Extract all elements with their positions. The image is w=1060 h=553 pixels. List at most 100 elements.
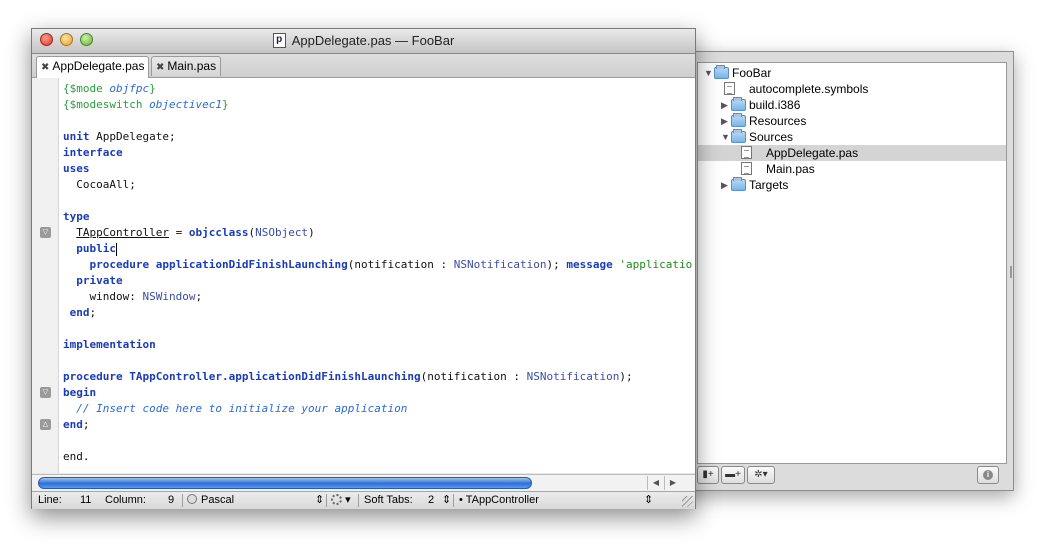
code-line[interactable]: CocoaAll; (63, 177, 692, 193)
code-line[interactable]: procedure applicationDidFinishLaunching(… (63, 257, 693, 273)
code-line[interactable]: {$mode objfpc} (63, 81, 692, 97)
code-line[interactable]: // Insert code here to initialize your a… (63, 401, 692, 417)
tree-item-label: Resources (749, 114, 807, 128)
info-icon: i (983, 470, 993, 480)
status-bar: Line: 11 Column: 9 Pascal ⇕ ▾ Soft Tabs:… (32, 491, 695, 509)
info-button[interactable]: i (977, 466, 999, 484)
pascal-document-icon: p (272, 32, 286, 48)
scroll-left-arrow[interactable]: ◀ (647, 476, 664, 490)
code-line[interactable]: ​ (63, 353, 692, 369)
code-line[interactable]: end; (63, 305, 692, 321)
tree-item[interactable]: AppDelegate.pas (698, 145, 1006, 161)
code-editor[interactable]: ▽ ▽ △ {$mode objfpc} {$modeswitch objective… (32, 78, 695, 473)
code-line[interactable]: end; (63, 417, 692, 433)
code-line[interactable]: ​ (63, 193, 692, 209)
code-line[interactable]: ​ (63, 113, 692, 129)
symbol-updown-icon[interactable]: ⇕ (644, 492, 653, 508)
soft-tabs-updown-icon[interactable]: ⇕ (442, 492, 451, 508)
folder-icon (731, 97, 746, 111)
new-file-plus: + (707, 469, 714, 480)
language-label: Pascal (201, 494, 235, 506)
code-line[interactable]: uses (63, 161, 692, 177)
code-line[interactable]: end. (63, 449, 692, 465)
code-line[interactable]: {$modeswitch objectivec1} (63, 97, 692, 113)
language-updown-icon[interactable]: ⇕ (315, 492, 324, 508)
code-text[interactable]: {$mode objfpc}{$modeswitch objectivec1}​… (63, 81, 692, 465)
code-line[interactable]: TAppController = objcclass(NSObject) (63, 225, 692, 241)
action-menu-button[interactable]: ✲▾ (747, 466, 775, 484)
tree-item-label: Targets (749, 178, 789, 192)
disclosure-open-icon[interactable]: ▼ (721, 129, 731, 145)
tree-item[interactable]: autocomplete.symbols (698, 81, 1006, 97)
symbol-popup[interactable]: • TAppController (459, 492, 539, 508)
new-folder-button[interactable]: ▬+ (721, 466, 745, 484)
code-line[interactable]: unit AppDelegate; (63, 129, 692, 145)
folder-icon (731, 129, 746, 143)
fold-marker-icon[interactable]: ▽ (40, 227, 51, 238)
close-tab-icon[interactable]: ✖ (41, 62, 49, 73)
scroll-arrows: ◀ ▶ (647, 476, 687, 490)
tree-item[interactable]: ▼ Sources (698, 129, 1006, 145)
close-tab-icon[interactable]: ✖ (156, 62, 164, 73)
divider (358, 494, 359, 507)
window-title-area: p AppDelegate.pas — FooBar (32, 29, 695, 53)
settings-menu[interactable]: ▾ (331, 492, 351, 508)
folder-icon (731, 177, 746, 191)
fold-marker-icon[interactable]: ▽ (40, 387, 51, 398)
tree-item[interactable]: ▼ FooBar (698, 65, 1006, 81)
code-line[interactable]: procedure TAppController.applicationDidF… (63, 369, 692, 385)
code-line[interactable]: interface (63, 145, 692, 161)
code-line[interactable]: public (63, 241, 692, 257)
clock-icon (187, 494, 197, 505)
disclosure-closed-icon[interactable]: ▶ (721, 177, 731, 193)
code-line[interactable]: private (63, 273, 692, 289)
scroll-thumb[interactable] (38, 477, 532, 489)
tree-item-label: AppDelegate.pas (766, 146, 859, 160)
soft-tabs-value[interactable]: 2 (428, 492, 434, 508)
project-drawer: ▼ FooBar autocomplete.symbols ▶ build.i386 ▶ R… (680, 51, 1014, 491)
line-value: 11 (80, 494, 92, 506)
project-toolbar: ▮+ ▬+ ✲▾ i (697, 464, 1007, 486)
tree-item-label: autocomplete.symbols (749, 82, 869, 96)
scroll-right-arrow[interactable]: ▶ (664, 476, 681, 490)
file-icon (724, 82, 735, 95)
horizontal-scrollbar[interactable]: ◀ ▶ (32, 474, 695, 492)
code-line[interactable]: ​ (63, 433, 692, 449)
title-bar[interactable]: p AppDelegate.pas — FooBar (32, 29, 695, 54)
code-line[interactable]: window: NSWindow; (63, 289, 692, 305)
column-label: Column: (105, 494, 146, 506)
file-icon (741, 162, 752, 175)
tree-item[interactable]: ▶ Targets (698, 177, 1006, 193)
code-line[interactable]: type (63, 209, 692, 225)
tab-label: AppDelegate.pas (52, 59, 145, 73)
disclosure-open-icon[interactable]: ▼ (704, 65, 714, 81)
tree-item-label: build.i386 (749, 98, 801, 112)
folder-icon (714, 65, 729, 79)
code-line[interactable]: ​ (63, 321, 692, 337)
tree-item[interactable]: ▶ build.i386 (698, 97, 1006, 113)
language-popup[interactable]: Pascal (187, 492, 234, 508)
drawer-resize-grip[interactable] (1010, 266, 1012, 278)
gear-icon: ✲ (754, 469, 763, 480)
window-resize-grip[interactable] (682, 496, 693, 507)
disclosure-closed-icon[interactable]: ▶ (721, 97, 731, 113)
tab-appdelegate[interactable]: ✖ AppDelegate.pas (36, 56, 150, 78)
line-label: Line: (38, 494, 62, 506)
fold-marker-icon[interactable]: △ (40, 419, 51, 430)
file-icon (741, 146, 752, 159)
new-folder-plus: + (735, 469, 741, 480)
divider (326, 494, 327, 507)
chevron-down-icon: ▾ (762, 469, 768, 480)
tab-bar: ✖ AppDelegate.pas ✖ Main.pas (32, 54, 695, 78)
new-file-button[interactable]: ▮+ (697, 466, 719, 484)
code-line[interactable]: implementation (63, 337, 692, 353)
disclosure-closed-icon[interactable]: ▶ (721, 113, 731, 129)
column-value: 9 (168, 494, 175, 506)
code-line[interactable]: begin (63, 385, 692, 401)
tab-main[interactable]: ✖ Main.pas (151, 56, 222, 76)
editor-window: p AppDelegate.pas — FooBar ✖ AppDelegate.p… (31, 28, 696, 509)
tree-item[interactable]: ▶ Resources (698, 113, 1006, 129)
folder-icon (731, 113, 746, 127)
tree-item[interactable]: Main.pas (698, 161, 1006, 177)
tree-item-label: FooBar (732, 66, 772, 80)
